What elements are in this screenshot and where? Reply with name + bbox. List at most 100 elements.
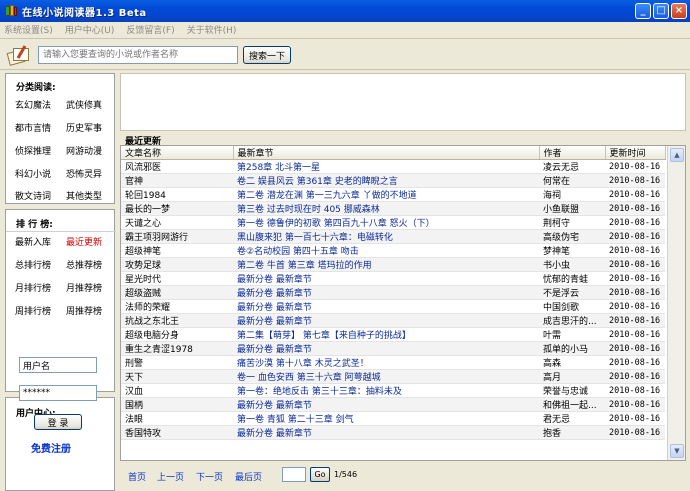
book-name-cell[interactable]: 超级盗贼 bbox=[121, 285, 233, 300]
category-horror[interactable]: 恐怖灵异 bbox=[66, 167, 102, 180]
menu-system-settings[interactable]: 系统设置(S) bbox=[4, 23, 53, 36]
category-xuanhuan[interactable]: 玄幻魔法 bbox=[15, 98, 51, 111]
latest-chapter-link[interactable]: 第一卷 德鲁伊的初歌 第四百九十八章 怒火（下） bbox=[233, 215, 539, 230]
username-field[interactable] bbox=[19, 357, 97, 373]
password-field[interactable] bbox=[19, 385, 97, 401]
ranking-monthly-rank[interactable]: 月排行榜 bbox=[15, 281, 51, 294]
category-detective[interactable]: 侦探推理 bbox=[15, 144, 51, 157]
table-row[interactable]: 香国特攻 最新分卷 最新章节 抱香 2010-08-16 bbox=[121, 425, 665, 440]
table-row[interactable]: 法眼 第一卷 青狐 第二十三章 剑气 君无忌 2010-08-16 bbox=[121, 411, 665, 426]
category-wuxia[interactable]: 武侠修真 bbox=[66, 98, 102, 111]
latest-chapter-link[interactable]: 痛苦沙漠 第十八章 木灵之武圣！ bbox=[233, 355, 539, 370]
minimize-button[interactable]: _ bbox=[635, 3, 651, 19]
table-row[interactable]: 重生之青涩1978 最新分卷 最新章节 孤单的小马 2010-08-16 bbox=[121, 341, 665, 356]
latest-chapter-link[interactable]: 卷一 血色安西 第三十六章 阿萼越城 bbox=[233, 369, 539, 384]
book-name-cell[interactable]: 法眼 bbox=[121, 411, 233, 426]
col-header-time[interactable]: 更新时间 bbox=[605, 146, 666, 160]
table-row[interactable]: 天谴之心 第一卷 德鲁伊的初歌 第四百九十八章 怒火（下） 荆柯守 2010-08-1… bbox=[121, 215, 665, 230]
maximize-button[interactable]: □ bbox=[653, 3, 669, 19]
ranking-total-recommend[interactable]: 总推荐榜 bbox=[66, 258, 102, 271]
first-page-link[interactable]: 首页 bbox=[128, 470, 146, 483]
ranking-total-rank[interactable]: 总排行榜 bbox=[15, 258, 51, 271]
latest-chapter-link[interactable]: 最新分卷 最新章节 bbox=[233, 299, 539, 314]
table-row[interactable]: 最长的一梦 第三卷 过去时现在时 405 挪威森林 小鱼联盟 2010-08-16 bbox=[121, 201, 665, 216]
ranking-newest[interactable]: 最新入库 bbox=[15, 235, 51, 248]
book-name-cell[interactable]: 汉血 bbox=[121, 383, 233, 398]
book-name-cell[interactable]: 国柄 bbox=[121, 397, 233, 412]
table-row[interactable]: 官神 卷二 娱县风云 第361章 史老的睥睨之言 何常在 2010-08-16 bbox=[121, 173, 665, 188]
menu-feedback[interactable]: 反馈留言(F) bbox=[126, 23, 174, 36]
latest-chapter-link[interactable]: 第二卷 牛首 第三章 塔玛拉的作用 bbox=[233, 257, 539, 272]
latest-chapter-link[interactable]: 第二卷 潜龙在渊 第一三九六章 丫做的不地道 bbox=[233, 187, 539, 202]
go-button[interactable]: Go bbox=[310, 467, 330, 482]
book-name-cell[interactable]: 刑警 bbox=[121, 355, 233, 370]
category-game[interactable]: 网游动漫 bbox=[66, 144, 102, 157]
latest-chapter-link[interactable]: 第三卷 过去时现在时 405 挪威森林 bbox=[233, 201, 539, 216]
category-history[interactable]: 历史军事 bbox=[66, 121, 102, 134]
col-header-chapter[interactable]: 最新章节 bbox=[233, 146, 540, 160]
latest-chapter-link[interactable]: 第二集【萌芽】 第七章【来自种子的挑战】 bbox=[233, 327, 539, 342]
table-row[interactable]: 霸王项羽网游行 黑山腹来犯 第一百七十六章：电磁转化 高级伪宅 2010-08-16 bbox=[121, 229, 665, 244]
latest-chapter-link[interactable]: 卷②名动校园 第四十五章 吻击 bbox=[233, 243, 539, 258]
latest-chapter-link[interactable]: 第一卷：绝地反击 第三十三章：抽料未及 bbox=[233, 383, 539, 398]
table-row[interactable]: 超级盗贼 最新分卷 最新章节 不是浮云 2010-08-16 bbox=[121, 285, 665, 300]
register-link[interactable]: 免费注册 bbox=[31, 440, 71, 455]
table-row[interactable]: 刑警 痛苦沙漠 第十八章 木灵之武圣！ 高森 2010-08-16 bbox=[121, 355, 665, 370]
page-number-input[interactable] bbox=[282, 467, 306, 482]
latest-chapter-link[interactable]: 卷二 娱县风云 第361章 史老的睥睨之言 bbox=[233, 173, 539, 188]
menu-about[interactable]: 关于软件(H) bbox=[187, 23, 237, 36]
category-scifi[interactable]: 科幻小说 bbox=[15, 167, 51, 180]
next-page-link[interactable]: 下一页 bbox=[196, 470, 223, 483]
book-name-cell[interactable]: 法师的荣耀 bbox=[121, 299, 233, 314]
category-poetry[interactable]: 散文诗词 bbox=[15, 189, 51, 202]
latest-chapter-link[interactable]: 最新分卷 最新章节 bbox=[233, 397, 539, 412]
category-other[interactable]: 其他类型 bbox=[66, 189, 102, 202]
scroll-down-icon[interactable]: ▼ bbox=[670, 444, 684, 458]
book-name-cell[interactable]: 超级神笔 bbox=[121, 243, 233, 258]
book-name-cell[interactable]: 重生之青涩1978 bbox=[121, 341, 233, 356]
table-row[interactable]: 风流邪医 第258章 北斗第一星 凌云无忌 2010-08-16 bbox=[121, 159, 665, 174]
latest-chapter-link[interactable]: 黑山腹来犯 第一百七十六章：电磁转化 bbox=[233, 229, 539, 244]
latest-chapter-link[interactable]: 第一卷 青狐 第二十三章 剑气 bbox=[233, 411, 539, 426]
last-page-link[interactable]: 最后页 bbox=[235, 470, 262, 483]
ranking-monthly-recommend[interactable]: 月推荐榜 bbox=[66, 281, 102, 294]
book-name-cell[interactable]: 霸王项羽网游行 bbox=[121, 229, 233, 244]
book-name-cell[interactable]: 超级电脑分身 bbox=[121, 327, 233, 342]
table-row[interactable]: 汉血 第一卷：绝地反击 第三十三章：抽料未及 荣誉与忠诚 2010-08-16 bbox=[121, 383, 665, 398]
search-button[interactable]: 搜索一下 bbox=[243, 46, 291, 64]
table-row[interactable]: 抗战之东北王 最新分卷 最新章节 成吉思汗的... 2010-08-16 bbox=[121, 313, 665, 328]
latest-chapter-link[interactable]: 最新分卷 最新章节 bbox=[233, 341, 539, 356]
ranking-weekly-rank[interactable]: 周排行榜 bbox=[15, 304, 51, 317]
table-row[interactable]: 星光时代 最新分卷 最新章节 忧郁的青蛙 2010-08-16 bbox=[121, 271, 665, 286]
table-row[interactable]: 天下 卷一 血色安西 第三十六章 阿萼越城 高月 2010-08-16 bbox=[121, 369, 665, 384]
latest-chapter-link[interactable]: 最新分卷 最新章节 bbox=[233, 313, 539, 328]
ranking-weekly-recommend[interactable]: 周推荐榜 bbox=[66, 304, 102, 317]
book-name-cell[interactable]: 天下 bbox=[121, 369, 233, 384]
col-header-name[interactable]: 文章名称 bbox=[121, 146, 234, 160]
book-name-cell[interactable]: 风流邪医 bbox=[121, 159, 233, 174]
table-row[interactable]: 轮回1984 第二卷 潜龙在渊 第一三九六章 丫做的不地道 海祠 2010-08-16 bbox=[121, 187, 665, 202]
table-row[interactable]: 法师的荣耀 最新分卷 最新章节 中国剑歌 2010-08-16 bbox=[121, 299, 665, 314]
latest-chapter-link[interactable]: 第258章 北斗第一星 bbox=[233, 159, 539, 174]
search-input[interactable] bbox=[38, 46, 238, 64]
table-row[interactable]: 超级电脑分身 第二集【萌芽】 第七章【来自种子的挑战】 叶需 2010-08-16 bbox=[121, 327, 665, 342]
table-row[interactable]: 攻势足球 第二卷 牛首 第三章 塔玛拉的作用 书小虫 2010-08-16 bbox=[121, 257, 665, 272]
book-name-cell[interactable]: 最长的一梦 bbox=[121, 201, 233, 216]
latest-chapter-link[interactable]: 最新分卷 最新章节 bbox=[233, 271, 539, 286]
scroll-up-icon[interactable]: ▲ bbox=[670, 148, 684, 162]
book-name-cell[interactable]: 天谴之心 bbox=[121, 215, 233, 230]
book-name-cell[interactable]: 轮回1984 bbox=[121, 187, 233, 202]
book-name-cell[interactable]: 星光时代 bbox=[121, 271, 233, 286]
book-name-cell[interactable]: 攻势足球 bbox=[121, 257, 233, 272]
book-name-cell[interactable]: 抗战之东北王 bbox=[121, 313, 233, 328]
table-row[interactable]: 超级神笔 卷②名动校园 第四十五章 吻击 梦神笔 2010-08-16 bbox=[121, 243, 665, 258]
category-urban[interactable]: 都市言情 bbox=[15, 121, 51, 134]
close-button[interactable]: × bbox=[671, 3, 687, 19]
book-name-cell[interactable]: 香国特攻 bbox=[121, 425, 233, 440]
book-name-cell[interactable]: 官神 bbox=[121, 173, 233, 188]
login-button[interactable]: 登 录 bbox=[34, 414, 82, 430]
col-header-author[interactable]: 作者 bbox=[539, 146, 606, 160]
prev-page-link[interactable]: 上一页 bbox=[157, 470, 184, 483]
vertical-scrollbar[interactable]: ▲ ▼ bbox=[667, 146, 685, 460]
menu-user-center[interactable]: 用户中心(U) bbox=[65, 23, 115, 36]
